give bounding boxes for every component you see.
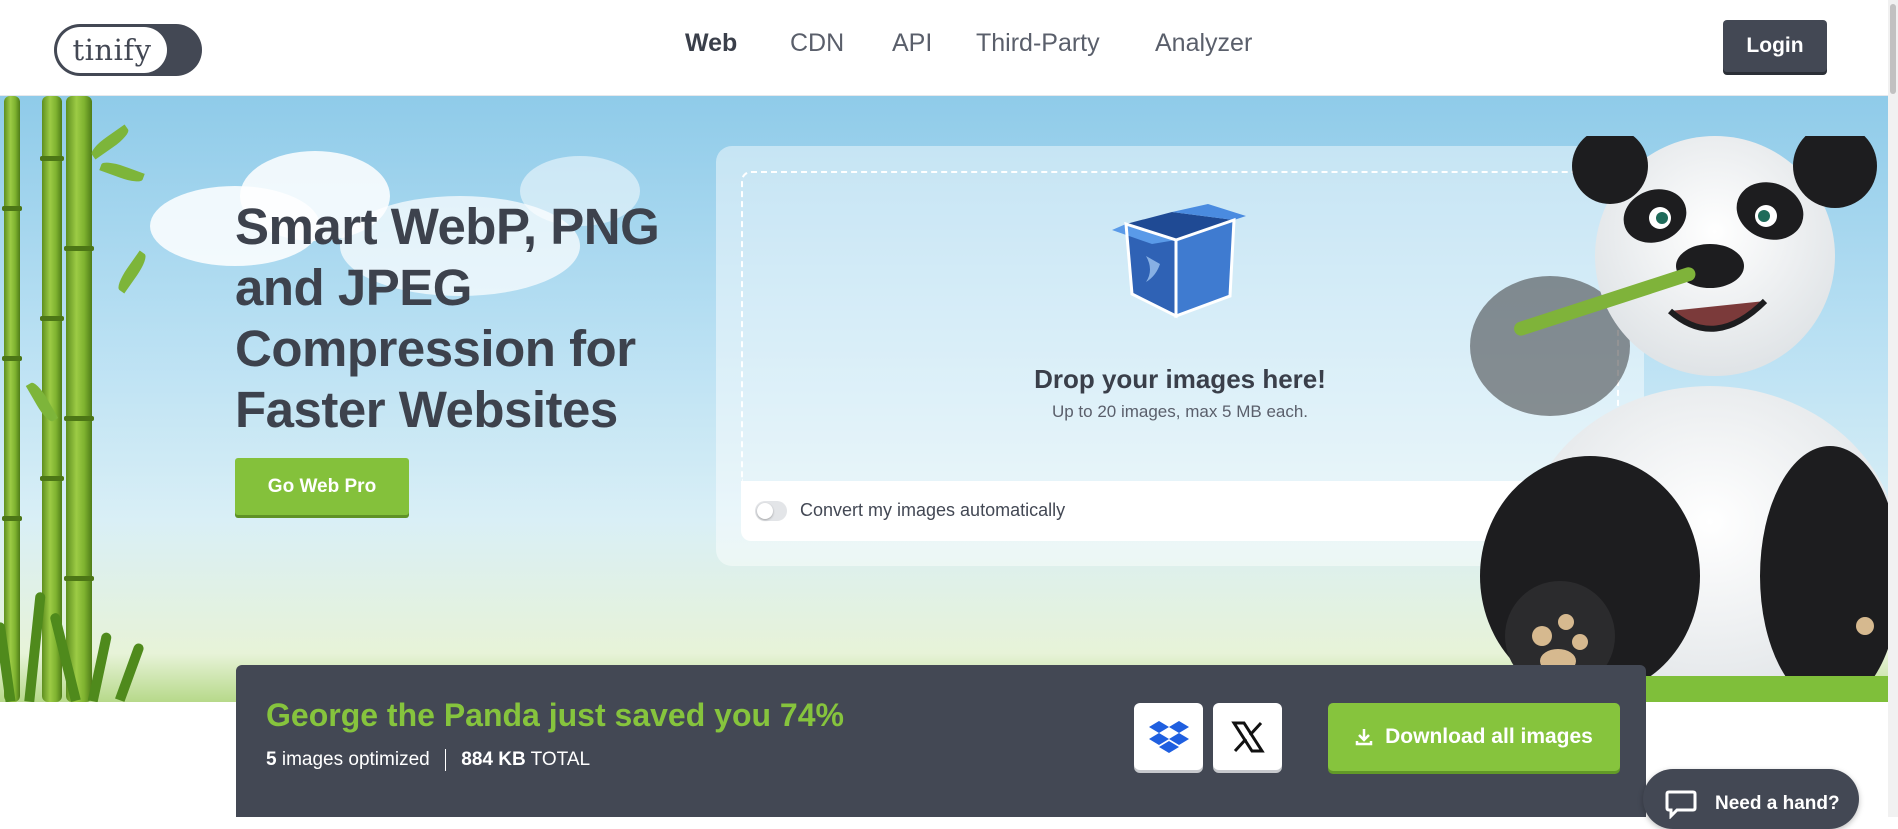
total-label: TOTAL (530, 749, 591, 771)
bamboo-leaf (99, 158, 145, 186)
compression-stats: 5 images optimized 884 KB TOTAL (266, 749, 590, 771)
main-nav: Web CDN API Third-Party Analyzer (0, 0, 1898, 92)
help-label: Need a hand? (1715, 793, 1840, 814)
bamboo-leaf (88, 124, 132, 160)
x-icon (1230, 721, 1265, 752)
page-scrollbar[interactable] (1888, 0, 1898, 817)
x-share-button[interactable] (1213, 703, 1282, 770)
download-icon (1355, 729, 1373, 746)
stats-divider (444, 749, 446, 771)
dropbox-icon (1148, 720, 1189, 753)
help-chat-button[interactable]: Need a hand? (1643, 769, 1859, 829)
download-all-button[interactable]: Download all images (1328, 703, 1620, 771)
toggle-knob (757, 503, 773, 519)
convert-label: Convert my images automatically (800, 500, 1066, 520)
dropbox-share-button[interactable] (1134, 703, 1203, 770)
convert-toggle[interactable] (755, 501, 787, 521)
nav-analyzer[interactable]: Analyzer (1155, 29, 1252, 58)
nav-cdn[interactable]: CDN (790, 29, 844, 58)
nav-third-party[interactable]: Third-Party (976, 29, 1100, 58)
hero-headline: Smart WebP, PNG and JPEG Compression for… (235, 198, 660, 438)
scrollbar-thumb[interactable] (1890, 4, 1896, 94)
savings-headline: George the Panda just saved you 74% (266, 697, 844, 733)
bamboo-leaf (114, 250, 150, 294)
bamboo-stalk (2, 96, 22, 702)
bamboo-stalk (64, 96, 94, 702)
chat-icon (1665, 790, 1697, 819)
images-label: images optimized (281, 749, 430, 771)
panda-mascot-icon (1470, 136, 1890, 702)
nav-web[interactable]: Web (685, 29, 737, 58)
nav-api[interactable]: API (892, 29, 932, 58)
total-size: 884 KB (461, 749, 526, 771)
results-bar: George the Panda just saved you 74% 5 im… (236, 665, 1646, 817)
download-label: Download all images (1385, 725, 1593, 748)
login-button[interactable]: Login (1723, 20, 1827, 72)
image-count: 5 (266, 749, 277, 771)
grass-blade (115, 642, 145, 702)
site-header: tinify Web CDN API Third-Party Analyzer … (0, 0, 1898, 96)
go-web-pro-button[interactable]: Go Web Pro (235, 458, 409, 515)
box-icon (1112, 204, 1246, 319)
